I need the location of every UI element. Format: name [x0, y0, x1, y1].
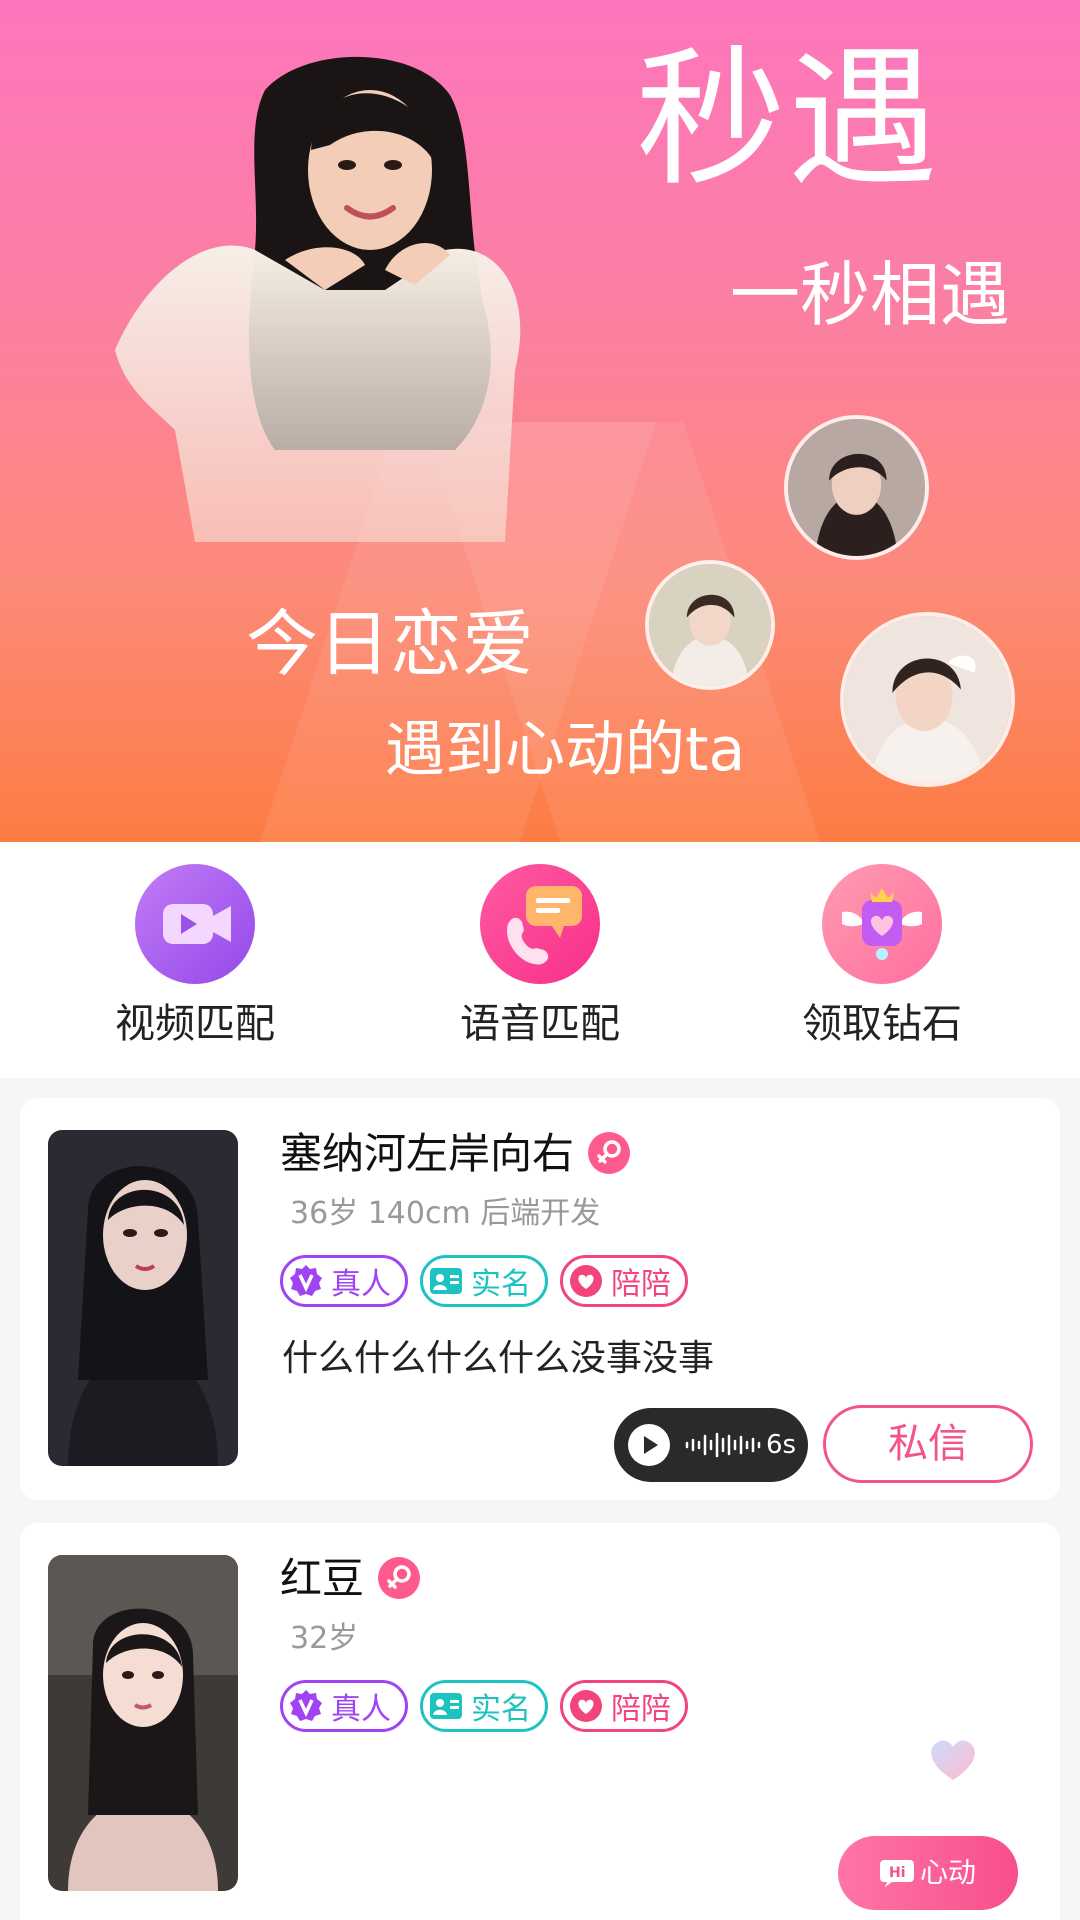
claim-diamond-label: 领取钻石	[802, 1001, 962, 1047]
tag-accompany: 陪陪	[560, 1680, 688, 1732]
voice-duration: 6s	[766, 1430, 797, 1460]
user-card[interactable]: 塞纳河左岸向右 36岁 140cm 后端开发 真人 实名 陪陪 什么什么什么什么…	[20, 1098, 1060, 1500]
claim-diamond-button[interactable]: 领取钻石	[762, 864, 1002, 1064]
tag-real-name: 实名	[420, 1255, 548, 1307]
user-signature: 什么什么什么什么没事没事	[282, 1338, 715, 1379]
id-card-icon	[430, 1268, 462, 1294]
user-tags: 真人 实名 陪陪	[280, 1680, 688, 1734]
floating-heart-icon	[931, 1740, 975, 1780]
verified-v-icon	[290, 1690, 322, 1721]
user-meta: 32岁	[290, 1621, 359, 1656]
heartbeat-label: 心动	[919, 1856, 976, 1889]
voice-match-label: 语音匹配	[460, 1001, 620, 1047]
user-name-text: 塞纳河左岸向右	[280, 1129, 575, 1178]
user-photo[interactable]	[48, 1130, 238, 1466]
hero-title: 秒遇	[636, 33, 941, 207]
user-name: 塞纳河左岸向右	[280, 1126, 631, 1182]
hero-tagline: 今日恋爱	[246, 602, 535, 686]
user-card[interactable]: 红豆 32岁 真人 实名 陪陪 Hi 心动	[20, 1523, 1060, 1920]
waveform-icon	[685, 1432, 761, 1458]
video-match-label: 视频匹配	[115, 1001, 275, 1047]
tag-label: 实名	[471, 1267, 531, 1302]
tag-label: 真人	[331, 1692, 391, 1727]
video-camera-icon	[135, 864, 255, 984]
tag-label: 真人	[331, 1267, 391, 1302]
female-icon	[378, 1556, 421, 1599]
tag-accompany: 陪陪	[560, 1255, 688, 1307]
heartbeat-button[interactable]: Hi 心动	[838, 1836, 1018, 1910]
winged-diamond-icon	[822, 864, 942, 984]
svg-text:Hi: Hi	[889, 1865, 906, 1881]
voice-intro-player[interactable]: 6s	[614, 1408, 808, 1482]
feature-row: 视频匹配 语音匹配 领取钻石	[0, 842, 1080, 1078]
heart-chat-icon	[570, 1265, 602, 1297]
tag-label: 陪陪	[611, 1692, 671, 1727]
user-photo[interactable]	[48, 1555, 238, 1891]
play-icon[interactable]	[628, 1424, 670, 1466]
user-meta: 36岁 140cm 后端开发	[290, 1196, 601, 1231]
heart-chat-icon	[570, 1690, 602, 1722]
hero-avatar[interactable]	[840, 612, 1015, 787]
hero-subtitle: 一秒相遇	[730, 254, 1010, 336]
tag-real-name: 实名	[420, 1680, 548, 1732]
hero-tagline-sub: 遇到心动的ta	[385, 715, 746, 785]
video-match-button[interactable]: 视频匹配	[75, 864, 315, 1064]
tag-real-person: 真人	[280, 1680, 408, 1732]
tag-label: 陪陪	[611, 1267, 671, 1302]
tag-label: 实名	[471, 1692, 531, 1727]
hero-avatar[interactable]	[784, 415, 929, 560]
user-name-text: 红豆	[280, 1554, 365, 1603]
hero-model-image	[115, 56, 521, 542]
user-name: 红豆	[280, 1551, 421, 1607]
phone-chat-icon	[480, 864, 600, 984]
hero-banner[interactable]: 秒遇 一秒相遇 今日恋爱 遇到心动的ta	[0, 0, 1080, 842]
hero-avatar[interactable]	[645, 560, 775, 690]
user-tags: 真人 实名 陪陪	[280, 1255, 688, 1309]
verified-v-icon	[290, 1265, 322, 1296]
private-message-button[interactable]: 私信	[823, 1405, 1033, 1483]
voice-match-button[interactable]: 语音匹配	[420, 864, 660, 1064]
female-icon	[588, 1131, 631, 1174]
id-card-icon	[430, 1693, 462, 1719]
tag-real-person: 真人	[280, 1255, 408, 1307]
hi-bubble-icon: Hi	[879, 1860, 914, 1887]
